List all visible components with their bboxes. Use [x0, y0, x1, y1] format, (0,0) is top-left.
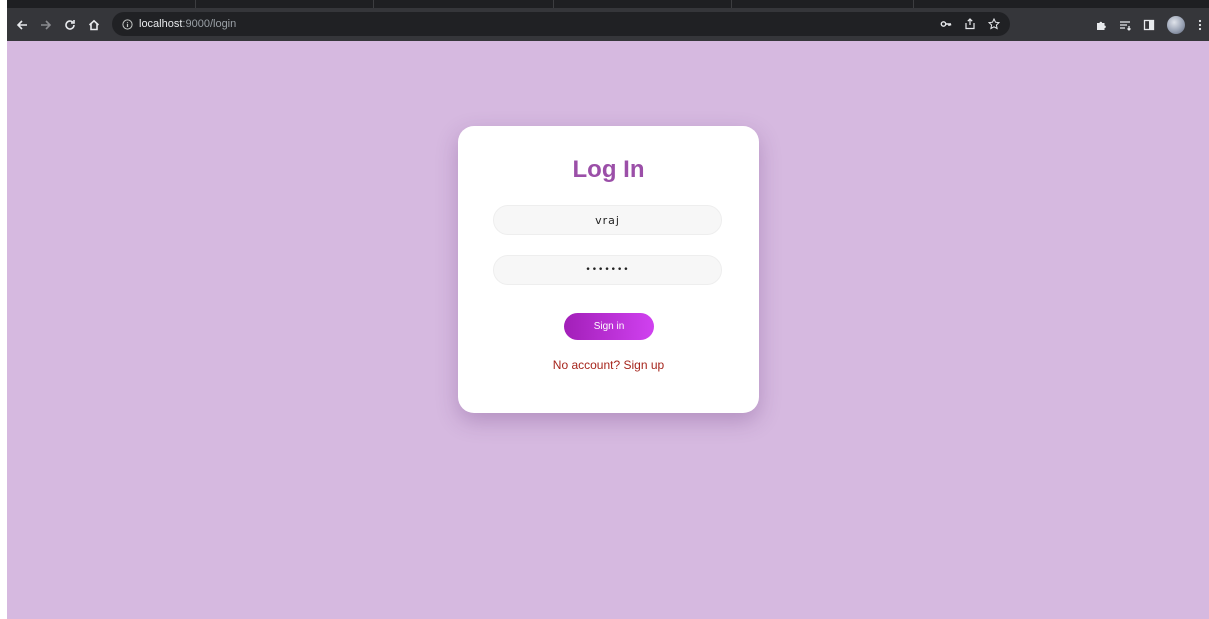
avatar[interactable]: [1167, 15, 1185, 34]
page-title: Log In: [572, 156, 645, 183]
url-path: :9000/login: [182, 18, 237, 30]
browser-window: localhost :9000/login Log In vraj ••••••…: [7, 0, 1209, 619]
login-card: Log In Sign in No account? Sign up: [458, 126, 759, 413]
address-bar-actions: [940, 12, 1000, 36]
tab-separator: [913, 0, 914, 8]
forward-arrow-icon: [41, 19, 52, 30]
sign-up-link[interactable]: No account? Sign up: [458, 358, 759, 372]
forward-button[interactable]: [35, 14, 57, 36]
reload-icon: [65, 19, 75, 30]
tab-separator: [553, 0, 554, 8]
toolbar-actions: [1095, 8, 1203, 41]
password-input[interactable]: [493, 255, 722, 285]
kebab-menu-icon[interactable]: [1197, 19, 1203, 31]
tab-separator: [373, 0, 374, 8]
puzzle-icon[interactable]: [1095, 19, 1107, 31]
back-button[interactable]: [11, 14, 33, 36]
key-icon[interactable]: [940, 18, 952, 30]
tab-separator: [195, 0, 196, 8]
share-icon[interactable]: [964, 18, 976, 30]
star-icon[interactable]: [988, 18, 1000, 30]
address-bar[interactable]: localhost :9000/login: [112, 12, 1010, 36]
home-icon: [88, 19, 100, 30]
username-input[interactable]: [493, 205, 722, 235]
back-arrow-icon: [16, 19, 27, 30]
home-button[interactable]: [83, 14, 105, 36]
browser-toolbar: localhost :9000/login: [7, 8, 1209, 41]
sign-in-button[interactable]: Sign in: [564, 313, 654, 340]
tab-strip: [7, 0, 1209, 8]
tab-separator: [731, 0, 732, 8]
reading-list-icon[interactable]: [1119, 19, 1131, 31]
side-panel-icon[interactable]: [1143, 19, 1155, 31]
reload-button[interactable]: [59, 14, 81, 36]
info-icon[interactable]: [122, 18, 133, 30]
url-host: localhost: [139, 18, 183, 30]
